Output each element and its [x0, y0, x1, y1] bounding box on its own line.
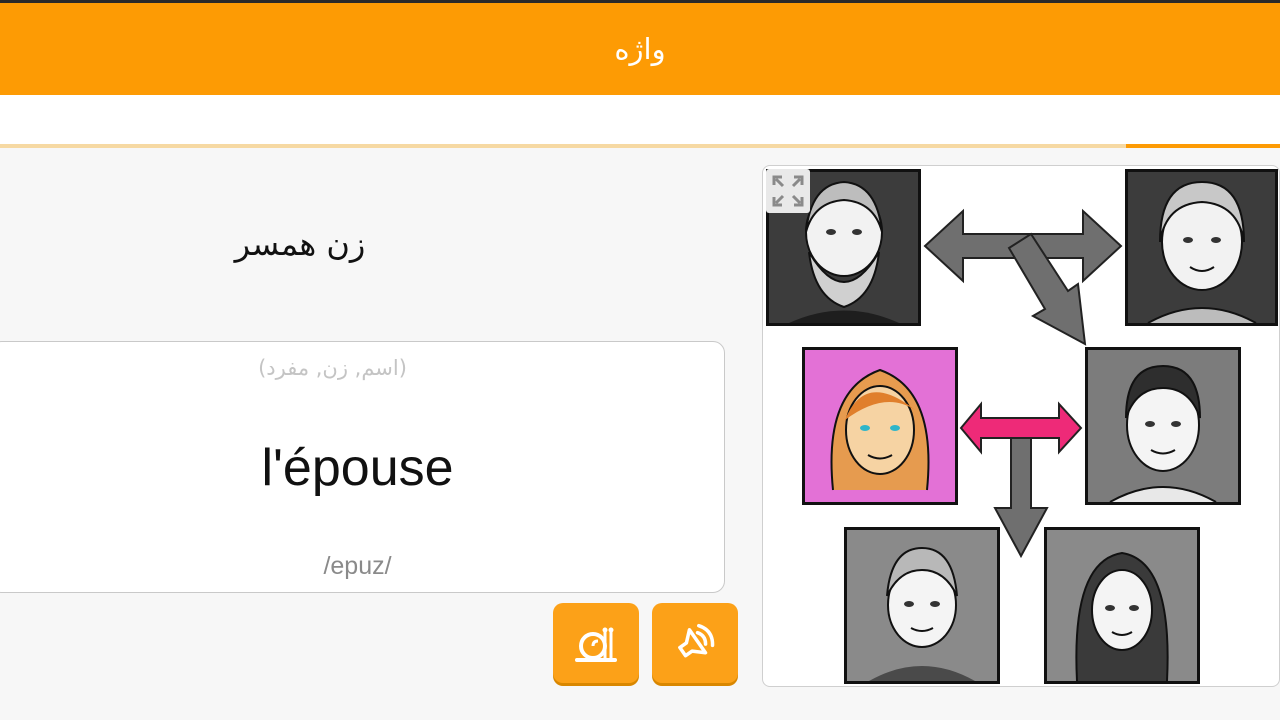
header-bar: واژه — [0, 0, 1280, 95]
wife-portrait — [802, 347, 958, 505]
play-audio-button[interactable] — [652, 603, 738, 683]
expand-image-button[interactable] — [766, 169, 810, 213]
word-card: (اسم, زن, مفرد) l'épouse /epuz/ — [0, 341, 725, 593]
translation-text: زن همسر — [234, 225, 366, 263]
progress-fill — [1126, 144, 1280, 148]
snail-icon — [575, 627, 617, 662]
progress-bar — [0, 144, 1280, 148]
daughter-portrait — [1044, 527, 1200, 684]
foreign-word: l'épouse — [261, 439, 454, 497]
sub-header — [0, 95, 1280, 144]
expand-icon — [772, 175, 804, 207]
husband-portrait — [1085, 347, 1241, 505]
son-portrait — [844, 527, 1000, 684]
grammar-info: (اسم, زن, مفرد) — [258, 356, 407, 380]
phonetic-transcription: /epuz/ — [323, 552, 392, 580]
page-title: واژه — [614, 32, 666, 66]
grandmother-portrait — [1125, 169, 1278, 326]
slow-audio-button[interactable] — [553, 603, 639, 683]
family-illustration — [762, 165, 1280, 687]
speaker-icon — [678, 623, 715, 658]
